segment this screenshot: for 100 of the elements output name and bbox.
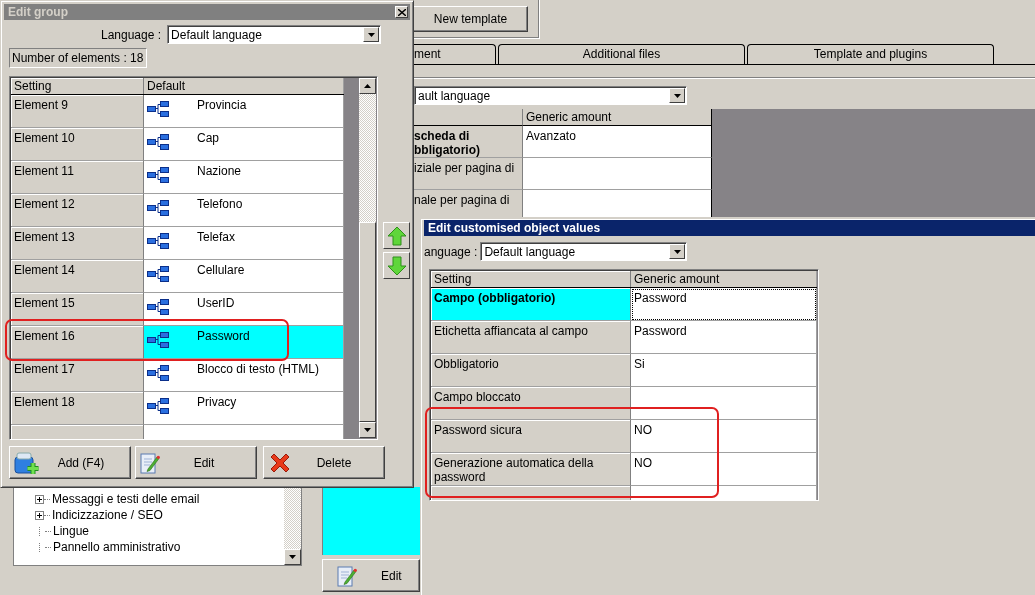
move-up-button[interactable] (383, 222, 410, 249)
table-cell[interactable]: Password sicura (431, 420, 631, 453)
table-cell[interactable] (11, 425, 144, 439)
language-dropdown[interactable]: Default language (480, 242, 688, 261)
table-cell[interactable]: Obbligatorio (431, 354, 631, 387)
table-cell[interactable]: Telefono (144, 194, 344, 227)
close-button[interactable] (395, 6, 408, 18)
edit-button[interactable]: Edit (322, 559, 420, 592)
hierarchy-icon (147, 233, 169, 249)
hierarchy-icon (147, 365, 169, 381)
column-header: Default (144, 78, 344, 94)
tree-item[interactable]: Lingue (53, 524, 90, 538)
table-cell[interactable]: Element 14 (11, 260, 144, 293)
caret-up-icon (364, 84, 371, 88)
table-cell[interactable]: Campo bloccato (431, 387, 631, 420)
hierarchy-icon (147, 299, 169, 315)
table-cell[interactable]: Password (631, 321, 817, 354)
hierarchy-icon (147, 200, 169, 216)
caret-icon (673, 93, 681, 98)
tab[interactable]: Additional files (498, 44, 745, 64)
table-cell[interactable]: Element 9 (11, 95, 144, 128)
new-template-button[interactable]: New template (413, 6, 528, 32)
column-header: Generic amount (523, 109, 712, 126)
language-label: Language : (101, 27, 162, 42)
table-cell[interactable]: Generazione automatica della password (431, 453, 631, 486)
add-button[interactable]: Add (F4) (9, 446, 131, 479)
tree-item[interactable]: Indicizzazione / SEO (52, 508, 163, 522)
pencil-document-icon (140, 450, 160, 475)
language-label: anguage : (424, 244, 478, 259)
element-name: UserID (197, 296, 235, 310)
element-name: Telefax (197, 230, 236, 244)
table-cell[interactable]: Element 15 (11, 293, 144, 326)
column-header: Setting (431, 271, 631, 287)
table-cell: Avanzato (523, 126, 712, 158)
caret-icon (364, 428, 371, 432)
hierarchy-icon (147, 332, 169, 348)
window-title: Edit customised object values (428, 221, 601, 235)
table-cell[interactable]: Nazione (144, 161, 344, 194)
edit-button[interactable]: Edit (135, 446, 257, 479)
table-cell: scheda di bbligatorio) (414, 126, 523, 158)
move-down-button[interactable] (383, 252, 410, 279)
table-cell[interactable]: Cap (144, 128, 344, 161)
table-cell[interactable]: Element 17 (11, 359, 144, 392)
table-cell[interactable]: Telefax (144, 227, 344, 260)
table-cell[interactable]: Element 10 (11, 128, 144, 161)
table-cell[interactable]: Element 16 (11, 326, 144, 359)
scrollbar[interactable] (359, 78, 376, 438)
caret-icon (367, 32, 375, 37)
table-cell[interactable]: Campo (obbligatorio) (431, 288, 631, 321)
element-name: Telefono (197, 197, 243, 211)
hierarchy-icon (147, 167, 169, 183)
add-icon (14, 450, 40, 475)
table-cell[interactable]: Blocco di testo (HTML) (144, 359, 344, 392)
language-dropdown[interactable]: ault language (414, 86, 687, 105)
table-cell[interactable]: UserID (144, 293, 344, 326)
expand-icon[interactable] (35, 510, 44, 520)
tree-item[interactable]: Messaggi e testi delle email (52, 492, 200, 506)
delete-button[interactable]: Delete (263, 446, 385, 479)
window-title: Edit group (8, 5, 68, 19)
hierarchy-icon (147, 398, 169, 414)
table-cell[interactable]: Password (631, 288, 817, 321)
element-name: Cap (197, 131, 219, 145)
table-cell[interactable]: Element 13 (11, 227, 144, 260)
table-cell[interactable]: Provincia (144, 95, 344, 128)
tab[interactable]: Template and plugins (747, 44, 994, 64)
element-name: Nazione (197, 164, 242, 178)
element-name: Cellulare (197, 263, 245, 277)
element-count: Number of elements : 18 (9, 48, 147, 68)
scrollbar[interactable] (284, 487, 301, 565)
element-name: Provincia (197, 98, 247, 112)
table-cell[interactable] (144, 425, 344, 439)
expand-icon[interactable] (35, 494, 44, 504)
table-cell[interactable] (631, 486, 817, 500)
language-dropdown[interactable]: Default language (167, 25, 382, 44)
caret-icon (673, 249, 681, 254)
table-cell[interactable]: Password (144, 326, 344, 359)
hierarchy-icon (147, 101, 169, 117)
table-cell[interactable]: Element 12 (11, 194, 144, 227)
element-name: Password (197, 329, 250, 343)
table-cell[interactable]: Privacy (144, 392, 344, 425)
hierarchy-icon (147, 266, 169, 282)
table-cell[interactable]: NO (631, 420, 817, 453)
table-cell[interactable]: NO (631, 453, 817, 486)
table-cell: iziale per pagina di (414, 158, 523, 190)
table-cell: nale per pagina di (414, 190, 523, 217)
table-cell[interactable]: Element 18 (11, 392, 144, 425)
hierarchy-icon (147, 134, 169, 150)
table-cell[interactable] (631, 387, 817, 420)
tree-item[interactable]: Pannello amministrativo (53, 540, 181, 554)
table-cell[interactable]: Si (631, 354, 817, 387)
column-header: Setting (11, 78, 144, 94)
table-cell[interactable]: Etichetta affiancata al campo (431, 321, 631, 354)
column-header: Generic amount (631, 271, 817, 287)
pencil-document-icon (337, 563, 357, 588)
table-cell[interactable]: Element 11 (11, 161, 144, 194)
element-name: Privacy (197, 395, 237, 409)
element-name: Blocco di testo (HTML) (197, 362, 320, 376)
caret-icon (289, 555, 296, 559)
table-cell[interactable]: Cellulare (144, 260, 344, 293)
tab[interactable]: ment (414, 44, 496, 64)
